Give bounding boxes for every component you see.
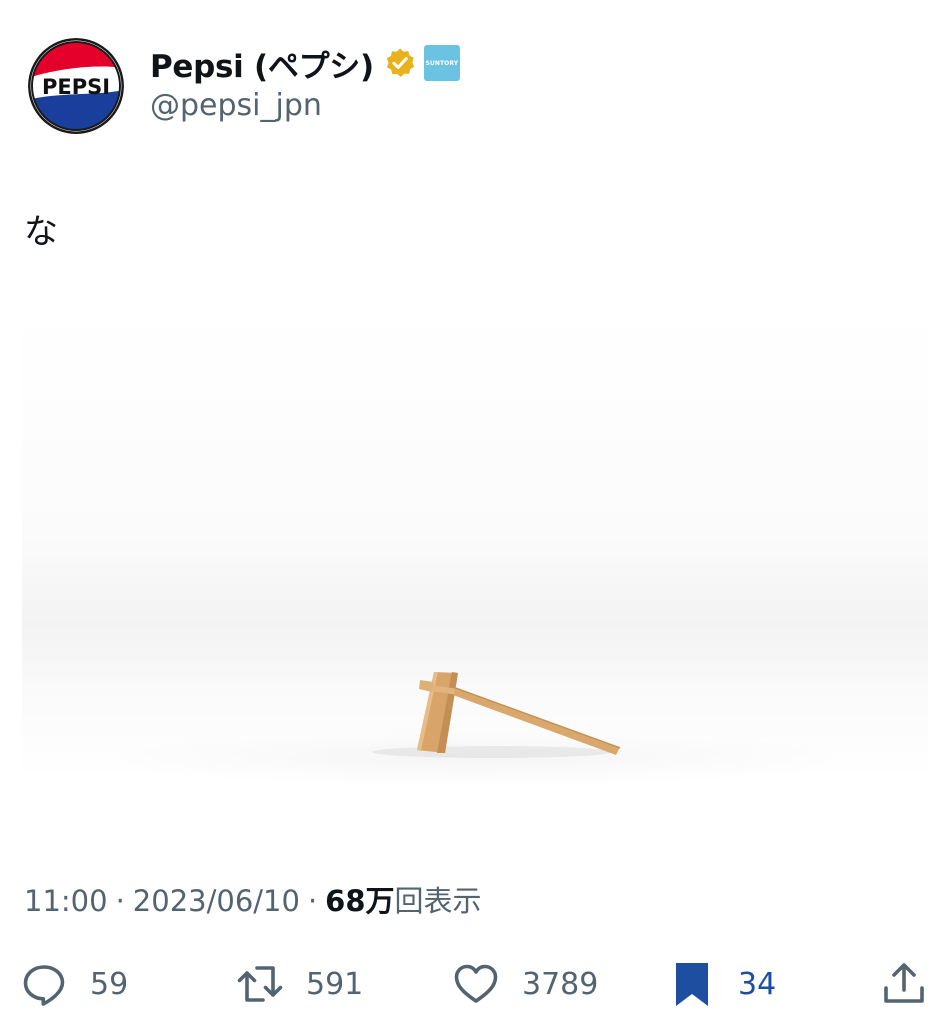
reply-icon xyxy=(23,965,65,1006)
bookmark-button[interactable]: 34 xyxy=(668,958,776,1010)
tweet-date[interactable]: 2023/06/10 xyxy=(133,884,300,918)
avatar[interactable]: PEPSI xyxy=(28,38,124,134)
action-bar: 59 591 3789 34 xyxy=(0,950,951,1020)
retweet-button[interactable]: 591 xyxy=(236,958,363,1010)
like-count: 3789 xyxy=(522,966,599,1002)
like-button[interactable]: 3789 xyxy=(452,958,598,1010)
meta-separator: · xyxy=(115,884,125,918)
reply-button[interactable]: 59 xyxy=(20,958,128,1010)
tweet-media[interactable] xyxy=(22,306,928,820)
heart-icon xyxy=(454,964,498,1003)
views-label: 回表示 xyxy=(394,884,482,918)
share-button[interactable] xyxy=(880,958,928,1010)
tweet-text: な xyxy=(24,212,58,252)
tweet-time[interactable]: 11:00 xyxy=(24,884,108,918)
pepsi-logo: PEPSI xyxy=(28,38,124,134)
share-icon xyxy=(884,963,924,1003)
retweet-icon xyxy=(237,966,283,1002)
bookmark-icon xyxy=(676,963,708,1006)
retweet-count: 591 xyxy=(306,966,364,1002)
verified-badge-icon xyxy=(386,48,415,77)
bookmark-count: 34 xyxy=(738,966,777,1002)
meta-separator: · xyxy=(307,884,318,918)
author-name-row: Pepsi (ペプシ) SUNTORY xyxy=(150,40,460,86)
avatar-text: PEPSI xyxy=(42,75,110,99)
user-handle[interactable]: @pepsi_jpn xyxy=(150,88,322,123)
display-name[interactable]: Pepsi (ペプシ) xyxy=(150,41,374,86)
wooden-mallet-image xyxy=(372,672,621,758)
tweet-meta: 11:00 · 2023/06/10 · 68万 回表示 xyxy=(24,878,482,920)
affiliate-badge[interactable]: SUNTORY xyxy=(423,45,460,81)
views-count: 68万 xyxy=(325,884,395,918)
reply-count: 59 xyxy=(90,966,129,1002)
